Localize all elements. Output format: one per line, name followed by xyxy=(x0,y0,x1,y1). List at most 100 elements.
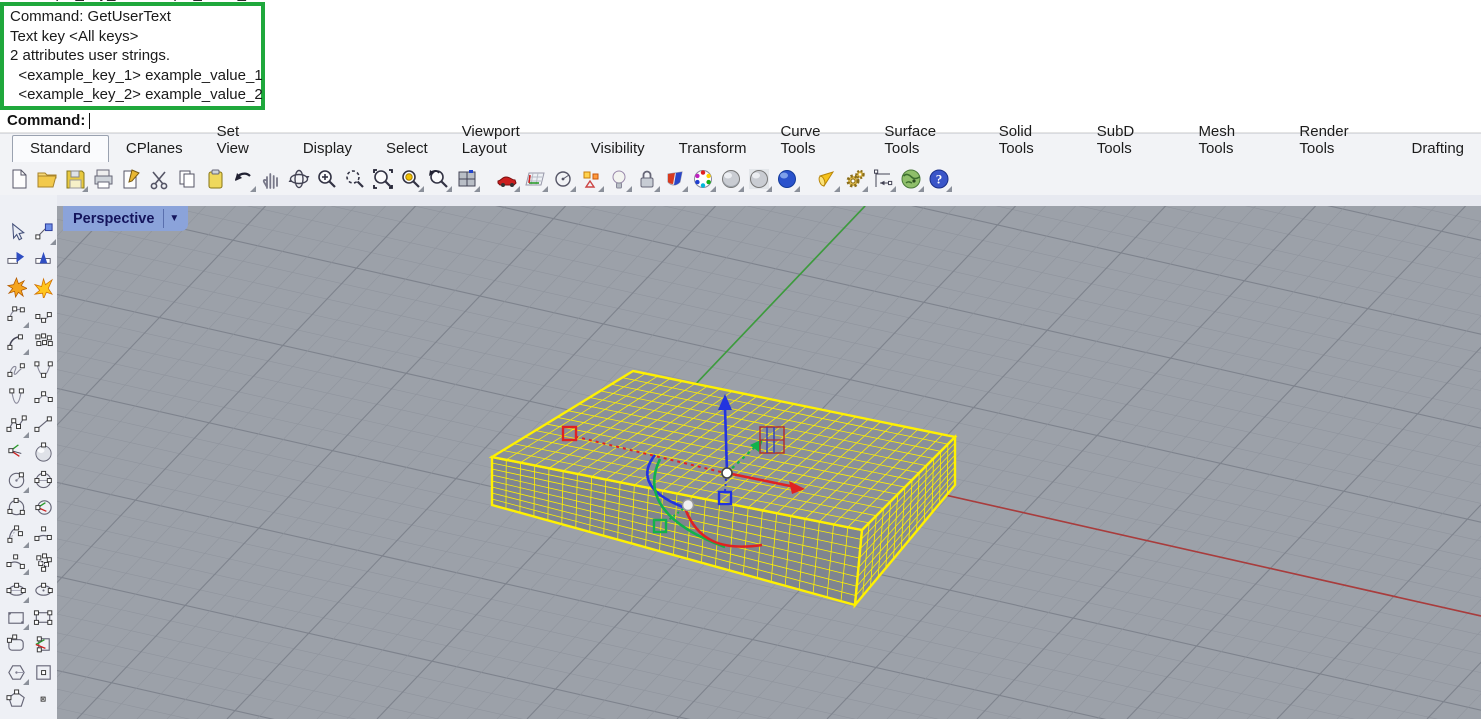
tab-select[interactable]: Select xyxy=(369,136,445,162)
text-caret xyxy=(89,113,90,129)
explode-icon[interactable] xyxy=(3,274,29,300)
rectangle-vertical-icon[interactable] xyxy=(30,632,56,658)
zoom-in-icon[interactable] xyxy=(313,165,341,193)
command-history-box: Command: GetUserTextText key <All keys>2… xyxy=(0,2,265,110)
shaded-view-icon[interactable] xyxy=(717,165,745,193)
tab-mesh-tools[interactable]: Mesh Tools xyxy=(1181,119,1282,162)
sphere-icon[interactable] xyxy=(30,439,56,465)
gumball-move-icon[interactable] xyxy=(30,219,56,245)
new-file-icon[interactable] xyxy=(5,165,33,193)
cplane-icon[interactable] xyxy=(521,165,549,193)
tool-palette xyxy=(0,195,57,719)
viewport-tab-perspective[interactable]: Perspective ▼ xyxy=(63,206,188,231)
tab-solid-tools[interactable]: Solid Tools xyxy=(982,119,1080,162)
sketch-curve-icon[interactable] xyxy=(3,357,29,383)
ellipse-diameter-icon[interactable] xyxy=(30,577,56,603)
save-file-icon[interactable] xyxy=(61,165,89,193)
dimension-icon[interactable] xyxy=(869,165,897,193)
undo-icon[interactable] xyxy=(229,165,257,193)
viewport-layout-icon[interactable] xyxy=(453,165,481,193)
copy-icon[interactable] xyxy=(173,165,201,193)
circle-snap-icon[interactable] xyxy=(549,165,577,193)
cut-icon[interactable] xyxy=(145,165,173,193)
rendered-view-icon[interactable] xyxy=(745,165,773,193)
render-icon[interactable] xyxy=(773,165,801,193)
tab-display[interactable]: Display xyxy=(286,136,369,162)
hide-object-icon[interactable] xyxy=(30,247,56,273)
color-wheel-icon[interactable] xyxy=(689,165,717,193)
lock-icon[interactable] xyxy=(633,165,661,193)
rounded-rectangle-icon[interactable] xyxy=(3,632,29,658)
tab-surface-tools[interactable]: Surface Tools xyxy=(867,119,981,162)
car-icon[interactable] xyxy=(493,165,521,193)
select-pointer-icon[interactable] xyxy=(3,219,29,245)
tab-curve-tools[interactable]: Curve Tools xyxy=(763,119,867,162)
history-line: Text key <All keys> xyxy=(10,27,261,47)
rectangle-corner-icon[interactable] xyxy=(3,604,29,630)
polygon-edge-icon[interactable] xyxy=(3,687,29,713)
tab-cplanes[interactable]: CPlanes xyxy=(109,136,200,162)
circle-3pt-icon[interactable] xyxy=(3,494,29,520)
viewport-canvas[interactable] xyxy=(57,206,1481,719)
point-cloud-icon[interactable] xyxy=(30,549,56,575)
tool-palette-grid xyxy=(0,195,57,714)
print-icon[interactable] xyxy=(89,165,117,193)
circle-diameter-icon[interactable] xyxy=(30,467,56,493)
circle-center-icon[interactable] xyxy=(3,467,29,493)
lights-icon[interactable] xyxy=(605,165,633,193)
interp-curve-icon[interactable] xyxy=(30,357,56,383)
rectangle-3pt-icon[interactable] xyxy=(30,604,56,630)
history-line: Command: GetUserText xyxy=(10,7,261,27)
notification-icon[interactable] xyxy=(813,165,841,193)
display-mode-icon[interactable] xyxy=(661,165,689,193)
tab-render-tools[interactable]: Render Tools xyxy=(1282,119,1394,162)
smash-icon[interactable] xyxy=(30,274,56,300)
zoom-window-icon[interactable] xyxy=(341,165,369,193)
tab-subd-tools[interactable]: SubD Tools xyxy=(1080,119,1182,162)
arc-sed-icon[interactable] xyxy=(3,549,29,575)
rhino-window: <example_key_2> example_value_2 Command:… xyxy=(0,0,1481,719)
tab-viewport-layout[interactable]: Viewport Layout xyxy=(445,119,574,162)
arc-center-icon[interactable] xyxy=(3,522,29,548)
earth-icon[interactable] xyxy=(897,165,925,193)
square-point-icon[interactable] xyxy=(30,659,56,685)
tab-transform[interactable]: Transform xyxy=(662,136,764,162)
zoom-selected-icon[interactable] xyxy=(397,165,425,193)
rotate-view-icon[interactable] xyxy=(285,165,313,193)
history-line: <example_key_1> example_value_1 xyxy=(10,66,261,86)
viewport-title: Perspective xyxy=(73,211,163,227)
viewport-dropdown-arrow[interactable]: ▼ xyxy=(164,213,184,224)
visibility-swap-icon[interactable] xyxy=(3,247,29,273)
tab-set-view[interactable]: Set View xyxy=(200,119,286,162)
pan-icon[interactable] xyxy=(257,165,285,193)
arc-blend-icon[interactable] xyxy=(3,329,29,355)
arc-3pt-icon[interactable] xyxy=(30,522,56,548)
zoom-extents-icon[interactable] xyxy=(369,165,397,193)
line-icon[interactable] xyxy=(30,412,56,438)
help-icon[interactable]: ? xyxy=(925,165,953,193)
line-normal-icon[interactable] xyxy=(3,439,29,465)
perspective-viewport[interactable]: Perspective ▼ xyxy=(57,206,1481,719)
open-file-icon[interactable] xyxy=(33,165,61,193)
toolbar-ribbon: StandardCPlanesSet ViewDisplaySelectView… xyxy=(0,133,1481,196)
tab-drafting[interactable]: Drafting xyxy=(1394,136,1481,162)
control-points-icon[interactable] xyxy=(30,329,56,355)
export-icon[interactable] xyxy=(117,165,145,193)
polygon-center-icon[interactable] xyxy=(3,659,29,685)
osnap-icon[interactable] xyxy=(577,165,605,193)
options-icon[interactable] xyxy=(841,165,869,193)
polyline-icon[interactable] xyxy=(3,412,29,438)
curve-edit-icon[interactable] xyxy=(30,302,56,328)
paste-icon[interactable] xyxy=(201,165,229,193)
point-icon[interactable] xyxy=(30,687,56,713)
curve-v-icon[interactable] xyxy=(3,384,29,410)
command-prompt-label: Command: xyxy=(7,112,85,129)
tangent-curve-icon[interactable] xyxy=(30,384,56,410)
ellipse-center-icon[interactable] xyxy=(3,577,29,603)
tab-standard[interactable]: Standard xyxy=(12,135,109,162)
control-point-curve-icon[interactable] xyxy=(3,302,29,328)
circle-vertical-icon[interactable] xyxy=(30,494,56,520)
tab-visibility[interactable]: Visibility xyxy=(574,136,662,162)
svg-text:?: ? xyxy=(936,171,943,186)
zoom-undo-icon[interactable] xyxy=(425,165,453,193)
